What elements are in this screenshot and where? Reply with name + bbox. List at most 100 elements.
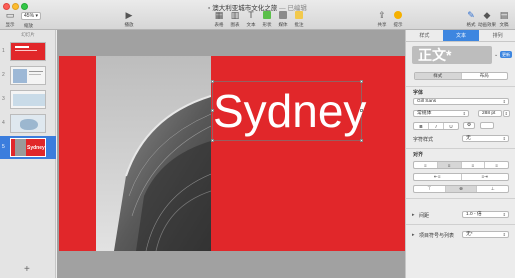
chevron-down-icon[interactable]: ⌄: [494, 52, 498, 58]
inspector-tabs: 样式 文本 排列: [406, 30, 515, 42]
font-family-value: Gill Sans: [417, 99, 437, 104]
alignment-section-label: 对齐: [413, 152, 424, 158]
add-slide-button[interactable]: +: [24, 265, 30, 275]
align-middle-button[interactable]: ⊕: [445, 186, 478, 192]
char-style-select[interactable]: 无 ⇕: [462, 135, 509, 142]
spacing-select[interactable]: 1.0 - 倍 ⇕: [462, 211, 509, 218]
divider: [406, 198, 515, 199]
char-style-label: 字符样式: [413, 137, 434, 143]
underline-button[interactable]: U: [444, 123, 458, 129]
bullets-select[interactable]: 无* ⇕: [462, 231, 509, 238]
subtab-style[interactable]: 样式: [415, 73, 462, 79]
slide-thumb-4[interactable]: 4: [0, 112, 56, 135]
chart-icon: ▥: [230, 9, 240, 20]
align-left-button[interactable]: ≡: [414, 162, 438, 168]
animate-icon: ◆: [483, 9, 491, 20]
align-center-button[interactable]: ≡: [437, 162, 462, 168]
bold-button[interactable]: B: [414, 123, 429, 129]
align-justify-icon: ≡: [495, 162, 498, 168]
resize-handle[interactable]: [211, 139, 214, 142]
slide-number: 3: [2, 96, 5, 102]
disclosure-triangle-icon[interactable]: ▸: [412, 232, 415, 238]
tips-icon: [393, 10, 403, 20]
animate-button[interactable]: ◆ 动画效果: [478, 10, 496, 28]
slide-thumb-2[interactable]: 2: [0, 64, 56, 87]
italic-button[interactable]: I: [429, 123, 444, 129]
current-slide[interactable]: Sydney: [59, 56, 405, 251]
slide-canvas[interactable]: Sydney: [57, 30, 405, 278]
paragraph-style-select[interactable]: 正文*: [412, 46, 492, 64]
text-options-button[interactable]: ⚙: [463, 122, 475, 129]
share-icon: ⇪: [378, 9, 386, 20]
slide-thumb-1[interactable]: 1: [0, 40, 56, 63]
tab-arrange[interactable]: 排列: [479, 30, 515, 41]
toolbar: ▫ 澳大利亚城市文化之旅 — 已编辑 ▭ 显示 45% ▾ 缩放 ▶ 播放 ▦ …: [0, 0, 515, 30]
align-top-icon: ⊤: [427, 186, 432, 191]
thumb-title: Sydney: [27, 145, 45, 151]
resize-handle[interactable]: [360, 80, 363, 83]
resize-handle[interactable]: [360, 109, 363, 112]
font-family-select[interactable]: Gill Sans ⇕: [413, 98, 509, 105]
font-format-buttons: B I U: [413, 122, 459, 130]
slide-thumb-3[interactable]: 3: [0, 88, 56, 111]
resize-handle[interactable]: [211, 109, 214, 112]
tab-text[interactable]: 文本: [442, 30, 480, 41]
zoom-select[interactable]: 45% ▾: [21, 12, 41, 20]
align-right-button[interactable]: ≡: [462, 162, 486, 168]
tab-style[interactable]: 样式: [406, 30, 443, 41]
vertical-alignment: ⊤ ⊕ ⊥: [413, 185, 509, 193]
align-right-icon: ≡: [471, 162, 475, 168]
slide-thumbnail: [10, 66, 46, 85]
opera-house-photo: [96, 56, 211, 251]
align-bottom-button[interactable]: ⊥: [477, 186, 508, 192]
view-icon: ▭: [5, 9, 15, 20]
play-label: 播放: [124, 22, 134, 27]
document-label: 文稿: [499, 22, 509, 27]
media-label: 媒体: [278, 22, 288, 27]
opera-house-image[interactable]: [96, 56, 211, 251]
font-size-field[interactable]: 288 pt: [478, 110, 502, 117]
resize-handle[interactable]: [360, 139, 363, 142]
slide-number: 1: [2, 48, 5, 54]
comment-button[interactable]: 批注: [290, 10, 308, 28]
align-top-button[interactable]: ⊤: [414, 186, 446, 192]
disclosure-triangle-icon[interactable]: ▸: [412, 212, 415, 218]
bullets-label: 项目符号与列表: [419, 233, 455, 239]
gear-icon: ⚙: [467, 123, 472, 128]
text-color-well[interactable]: [480, 122, 494, 129]
plus-icon: +: [24, 264, 30, 275]
decrease-indent-button[interactable]: ⇤≡: [414, 174, 462, 180]
shape-label: 形状: [262, 22, 272, 27]
format-inspector: 样式 文本 排列 正文* ⌄ 更新 样式 布局 字体 Gill Sans ⇕ 常…: [405, 30, 515, 278]
divider: [406, 86, 515, 87]
increase-indent-button[interactable]: ≡⇥: [462, 174, 509, 180]
slide-thumb-5[interactable]: 5 Sydney: [0, 136, 56, 159]
subtab-layout[interactable]: 布局: [462, 73, 508, 79]
slide-number: 2: [2, 72, 5, 78]
slide-title-text[interactable]: Sydney: [213, 82, 366, 140]
align-justify-button[interactable]: ≡: [485, 162, 508, 168]
view-button[interactable]: ▭ 显示: [1, 10, 19, 28]
view-label: 显示: [5, 22, 15, 27]
font-section-label: 字体: [413, 90, 424, 96]
slide-thumbnail: [10, 42, 46, 61]
font-size-stepper[interactable]: ⇕: [503, 110, 510, 117]
play-icon: ▶: [125, 9, 133, 20]
update-style-button[interactable]: 更新: [500, 51, 512, 58]
share-label: 共享: [377, 22, 387, 27]
slide-thumbnail: Sydney: [10, 138, 46, 157]
chevron-updown-icon: ⇕: [502, 232, 506, 237]
slide-thumbnail: [10, 114, 46, 133]
title-textbox[interactable]: Sydney: [211, 80, 366, 142]
document-button[interactable]: ▤ 文稿: [495, 10, 513, 28]
document-icon: ▤: [499, 9, 509, 20]
play-button[interactable]: ▶ 播放: [120, 10, 138, 28]
text-subtabs: 样式 布局: [414, 72, 508, 80]
font-weight-select[interactable]: 常规体 ⇕: [413, 110, 469, 117]
spacing-label: 间距: [419, 213, 430, 219]
chevron-updown-icon: ⇕: [502, 99, 506, 104]
resize-handle[interactable]: [211, 80, 214, 83]
spacing-value: 1.0 - 倍: [466, 212, 482, 217]
tips-button[interactable]: 提示: [389, 10, 407, 28]
slide-thumbnail: [10, 90, 46, 109]
